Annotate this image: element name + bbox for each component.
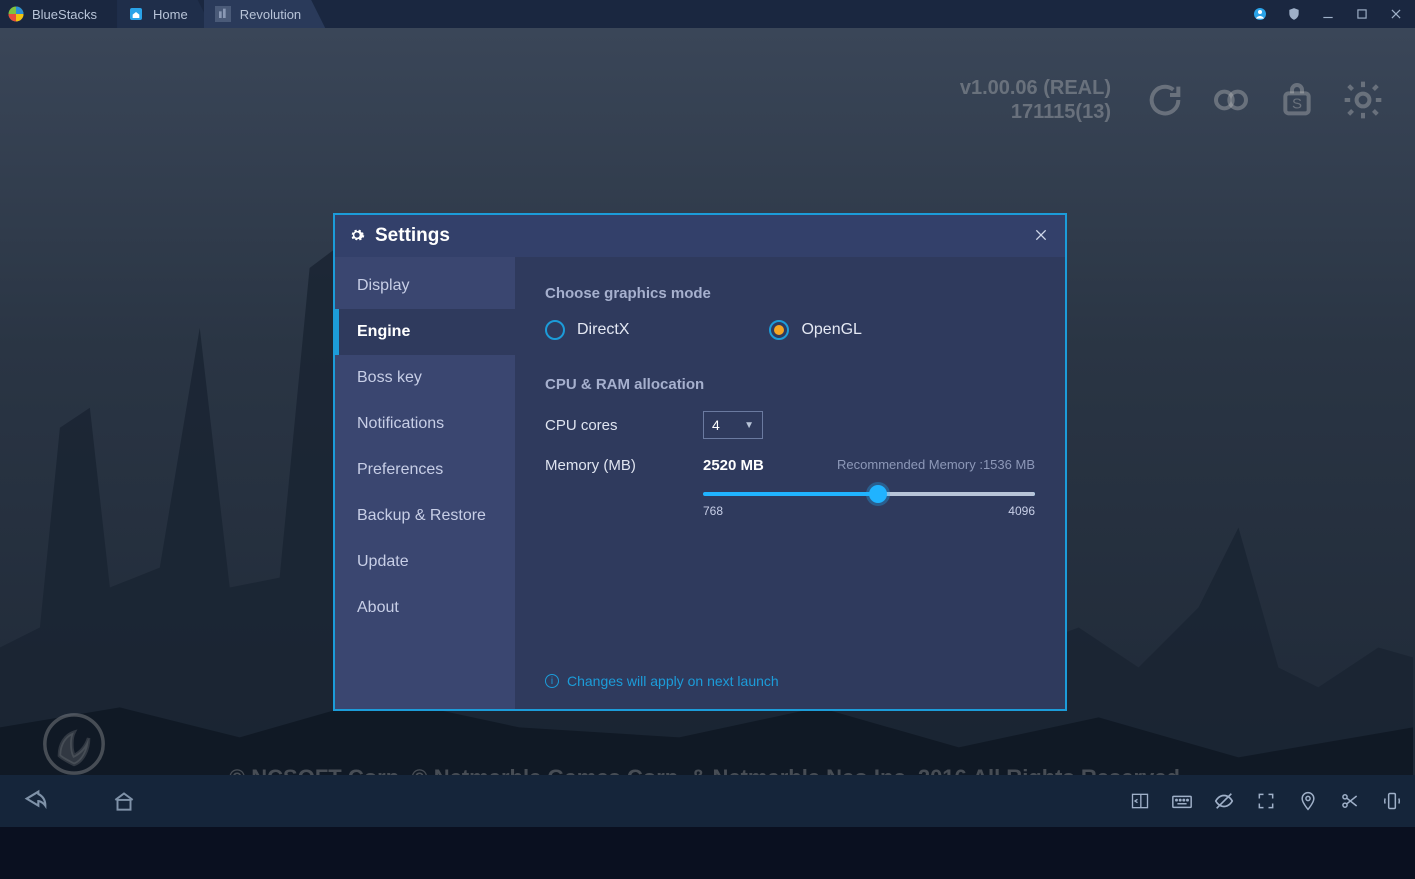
radio-label: DirectX bbox=[577, 321, 629, 339]
tab-label: Home bbox=[153, 7, 188, 22]
toggle-sidebar-icon[interactable] bbox=[1129, 790, 1151, 812]
app-name: BlueStacks bbox=[32, 7, 117, 22]
slider-thumb[interactable] bbox=[869, 485, 887, 503]
refresh-icon[interactable] bbox=[1143, 78, 1187, 122]
titlebar: BlueStacks Home Revolution bbox=[0, 0, 1415, 28]
slider-max: 4096 bbox=[1008, 504, 1035, 518]
game-viewport: v1.00.06 (REAL) 171115(13) S UNREAL ENGI… bbox=[0, 28, 1415, 827]
cpu-cores-select[interactable]: 4 ▼ bbox=[703, 411, 763, 439]
svg-text:S: S bbox=[1292, 95, 1302, 112]
alloc-section-title: CPU & RAM allocation bbox=[545, 376, 1035, 393]
gear-icon[interactable] bbox=[1341, 78, 1385, 122]
tab-revolution[interactable]: Revolution bbox=[204, 0, 325, 28]
radio-opengl[interactable]: OpenGL bbox=[769, 320, 861, 340]
settings-content: Choose graphics mode DirectX OpenGL CPU … bbox=[515, 257, 1065, 709]
shop-icon[interactable]: S bbox=[1275, 78, 1319, 122]
game-top-overlay: v1.00.06 (REAL) 171115(13) S bbox=[960, 76, 1385, 124]
tab-home[interactable]: Home bbox=[117, 0, 212, 28]
sidebar-item-preferences[interactable]: Preferences bbox=[335, 447, 515, 493]
version-text: v1.00.06 (REAL) 171115(13) bbox=[960, 76, 1111, 124]
memory-value: 2520 MB bbox=[703, 457, 764, 474]
sidebar-item-bosskey[interactable]: Boss key bbox=[335, 355, 515, 401]
notice-text: Changes will apply on next launch bbox=[567, 673, 779, 689]
game-icon bbox=[214, 5, 232, 23]
radio-icon bbox=[545, 320, 565, 340]
sidebar-item-backup[interactable]: Backup & Restore bbox=[335, 493, 515, 539]
bluestacks-logo-icon bbox=[6, 4, 26, 24]
sidebar-item-notifications[interactable]: Notifications bbox=[335, 401, 515, 447]
fullscreen-icon[interactable] bbox=[1255, 790, 1277, 812]
radio-directx[interactable]: DirectX bbox=[545, 320, 629, 340]
memory-slider[interactable]: 768 4096 bbox=[703, 492, 1035, 518]
keyboard-icon[interactable] bbox=[1171, 790, 1193, 812]
scissors-icon[interactable] bbox=[1339, 790, 1361, 812]
graphics-section-title: Choose graphics mode bbox=[545, 285, 1035, 302]
settings-gear-icon bbox=[349, 227, 367, 245]
location-icon[interactable] bbox=[1297, 790, 1319, 812]
sidebar-item-update[interactable]: Update bbox=[335, 539, 515, 585]
settings-header: Settings bbox=[335, 215, 1065, 257]
minimize-icon[interactable] bbox=[1319, 5, 1337, 23]
sidebar-item-display[interactable]: Display bbox=[335, 263, 515, 309]
chevron-down-icon: ▼ bbox=[744, 420, 754, 431]
shake-icon[interactable] bbox=[1381, 790, 1403, 812]
home-icon bbox=[127, 5, 145, 23]
memory-recommended: Recommended Memory :1536 MB bbox=[837, 457, 1035, 472]
shield-icon[interactable] bbox=[1285, 5, 1303, 23]
close-icon[interactable] bbox=[1387, 5, 1405, 23]
slider-min: 768 bbox=[703, 504, 723, 518]
info-icon: i bbox=[545, 674, 559, 688]
close-settings-icon[interactable] bbox=[1033, 227, 1051, 245]
home-nav-icon[interactable] bbox=[110, 787, 138, 815]
maximize-icon[interactable] bbox=[1353, 5, 1371, 23]
hide-icon[interactable] bbox=[1213, 790, 1235, 812]
android-nav-bar bbox=[0, 775, 1415, 827]
apply-notice: i Changes will apply on next launch bbox=[545, 673, 779, 689]
cpu-label: CPU cores bbox=[545, 417, 703, 434]
radio-label: OpenGL bbox=[801, 321, 861, 339]
cpu-value: 4 bbox=[712, 417, 720, 433]
settings-title: Settings bbox=[375, 225, 450, 247]
settings-sidebar: Display Engine Boss key Notifications Pr… bbox=[335, 257, 515, 709]
back-icon[interactable] bbox=[22, 787, 50, 815]
sidebar-item-about[interactable]: About bbox=[335, 585, 515, 631]
settings-modal: Settings Display Engine Boss key Notific… bbox=[333, 213, 1067, 711]
link-icon[interactable] bbox=[1209, 78, 1253, 122]
window-controls bbox=[1251, 5, 1415, 23]
radio-icon-checked bbox=[769, 320, 789, 340]
tab-label: Revolution bbox=[240, 7, 301, 22]
memory-label: Memory (MB) bbox=[545, 457, 703, 474]
account-icon[interactable] bbox=[1251, 5, 1269, 23]
sidebar-item-engine[interactable]: Engine bbox=[335, 309, 515, 355]
